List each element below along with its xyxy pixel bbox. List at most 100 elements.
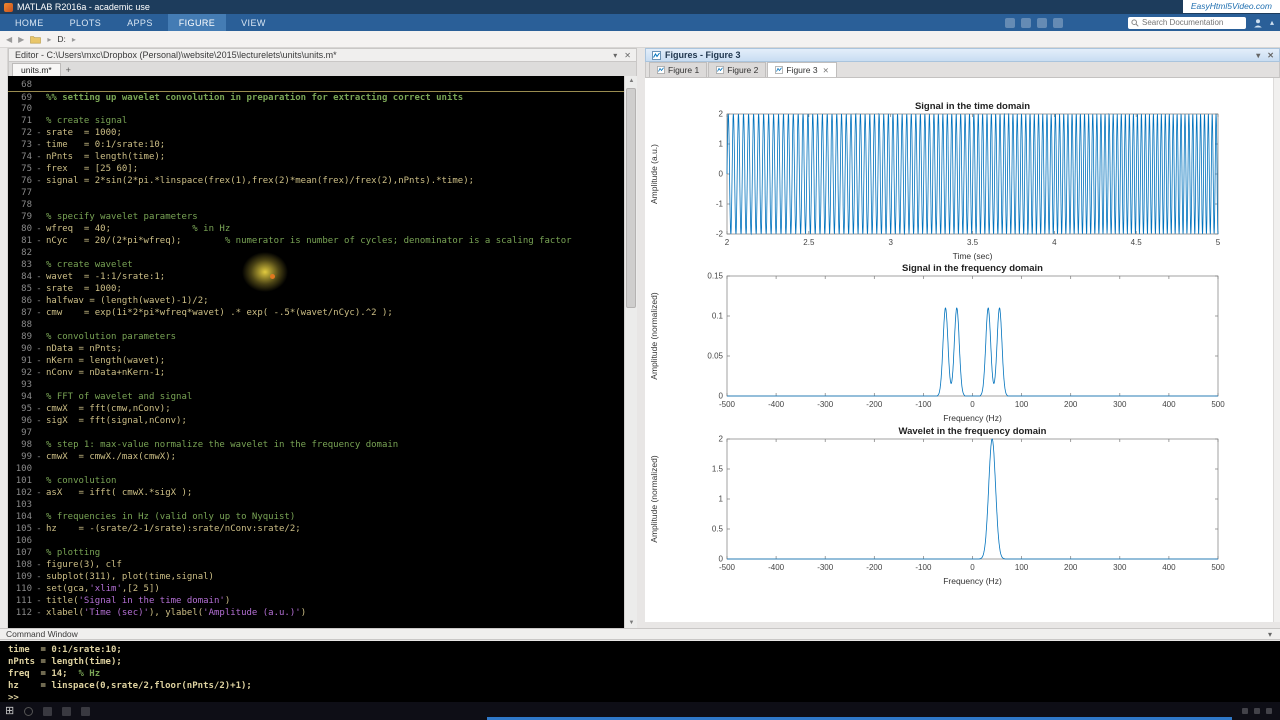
svg-text:2: 2 — [719, 435, 724, 444]
svg-text:Wavelet in the frequency domai: Wavelet in the frequency domain — [899, 426, 1047, 437]
editor-tab-label: units.m* — [21, 65, 52, 75]
figures-scrollbar[interactable] — [1273, 78, 1280, 622]
taskbar-app-icon[interactable] — [81, 706, 91, 716]
documentation-search[interactable] — [1127, 16, 1246, 29]
svg-text:-400: -400 — [768, 563, 785, 572]
code-line: 76- signal = 2*sin(2*pi.*linspace(frex(1)… — [21, 176, 475, 186]
figures-menu-icon[interactable]: ▾ — [1256, 51, 1260, 60]
svg-text:-100: -100 — [915, 400, 932, 409]
tab-apps[interactable]: APPS — [116, 14, 164, 31]
browse-folder-icon[interactable] — [30, 35, 42, 44]
forward-icon[interactable]: ▶ — [18, 35, 24, 44]
cut-icon[interactable] — [1020, 17, 1031, 28]
search-input[interactable] — [1141, 18, 1242, 27]
matlab-logo-icon — [4, 2, 13, 12]
figure-tab-icon — [775, 66, 784, 74]
system-tray — [1242, 708, 1272, 714]
figures-close-icon[interactable]: ✕ — [1267, 51, 1274, 60]
svg-text:1: 1 — [719, 140, 724, 149]
code-line: 108- figure(3), clf — [15, 560, 122, 570]
svg-text:Frequency (Hz): Frequency (Hz) — [943, 413, 1002, 423]
start-button[interactable]: ⊞ — [5, 705, 14, 717]
code-line: 68 — [21, 80, 32, 90]
svg-text:2: 2 — [725, 238, 730, 247]
svg-text:0: 0 — [719, 555, 724, 564]
svg-text:-300: -300 — [817, 400, 834, 409]
figure-tab-bar: Figure 1 Figure 2 Figure 3 ✕ — [645, 62, 1280, 78]
svg-text:0: 0 — [719, 170, 724, 179]
breadcrumb-location[interactable]: D: — [57, 34, 66, 44]
scrollbar-thumb[interactable] — [626, 88, 636, 308]
figure-tab-label: Figure 3 — [786, 65, 818, 75]
code-line: 88 — [21, 320, 32, 330]
code-line: 75- frex = [25 60]; — [21, 164, 139, 174]
scroll-down-icon[interactable]: ▼ — [625, 620, 637, 626]
code-line: 77 — [21, 188, 32, 198]
save-icon[interactable] — [1004, 17, 1015, 28]
svg-text:Amplitude (normalized): Amplitude (normalized) — [649, 292, 659, 380]
scroll-up-icon[interactable]: ▲ — [625, 78, 637, 84]
code-line: 110- set(gca,'xlim',[2 5]) — [15, 584, 160, 594]
paste-icon[interactable] — [1052, 17, 1063, 28]
taskbar-app-icon[interactable] — [43, 706, 53, 716]
tray-icon[interactable] — [1242, 708, 1248, 714]
svg-text:0: 0 — [970, 563, 975, 572]
taskbar-search-icon[interactable] — [24, 706, 34, 716]
new-document-tab-button[interactable]: + — [61, 63, 76, 76]
code-line: 90- nData = nPnts; — [21, 344, 122, 354]
command-window-menu-icon[interactable]: ▾ — [1268, 630, 1272, 639]
code-editor[interactable]: 68 69%% setting up wavelet convolution in… — [8, 76, 637, 628]
editor-menu-icon[interactable]: ▾ — [613, 51, 617, 60]
svg-text:-300: -300 — [817, 563, 834, 572]
tab-figure[interactable]: FIGURE — [167, 14, 227, 31]
taskbar: ⊞ — [0, 702, 1280, 720]
svg-text:300: 300 — [1113, 563, 1127, 572]
svg-text:0.05: 0.05 — [707, 352, 723, 361]
code-line: 74- nPnts = length(time); — [21, 152, 166, 162]
svg-text:100: 100 — [1015, 400, 1029, 409]
svg-text:5: 5 — [1216, 238, 1221, 247]
svg-text:-200: -200 — [866, 400, 883, 409]
editor-vertical-scrollbar[interactable]: ▲ ▼ — [624, 76, 637, 628]
svg-text:3: 3 — [888, 238, 893, 247]
quick-access-toolbar — [1004, 17, 1063, 28]
user-profile-icon[interactable] — [1253, 18, 1263, 28]
code-line: 97 — [21, 428, 32, 438]
tab-figure-2[interactable]: Figure 2 — [708, 62, 767, 77]
code-line: 104% frequencies in Hz (valid only up to… — [15, 512, 296, 522]
tab-figure-1[interactable]: Figure 1 — [649, 62, 708, 77]
taskbar-app-icon[interactable] — [62, 706, 72, 716]
collapse-ribbon-icon[interactable]: ▴ — [1270, 18, 1274, 27]
editor-close-icon[interactable]: ✕ — [624, 51, 631, 60]
command-window[interactable]: time = 0:1/srate:10; nPnts = length(time)… — [0, 641, 1280, 704]
figures-panel: Figures - Figure 3 ▾ ✕ Figure 1 Figure 2… — [645, 48, 1280, 622]
svg-text:1.5: 1.5 — [712, 465, 724, 474]
back-icon[interactable]: ◀ — [6, 35, 12, 44]
copy-icon[interactable] — [1036, 17, 1047, 28]
code-line: 109- subplot(311), plot(time,signal) — [15, 572, 214, 582]
svg-text:0.15: 0.15 — [707, 272, 723, 281]
editor-tab-units[interactable]: units.m* — [12, 63, 61, 76]
svg-text:400: 400 — [1162, 563, 1176, 572]
tab-figure-3[interactable]: Figure 3 ✕ — [767, 62, 837, 77]
command-output: time = 0:1/srate:10; nPnts = length(time)… — [8, 644, 1280, 704]
code-line: 98% step 1: max-value normalize the wave… — [21, 440, 399, 450]
command-line: time = 0:1/srate:10; — [8, 645, 122, 655]
tab-plots[interactable]: PLOTS — [59, 14, 113, 31]
tray-icon[interactable] — [1254, 708, 1260, 714]
svg-text:2.5: 2.5 — [803, 238, 815, 247]
code-line: 80- wfreq = 40; % in Hz — [21, 224, 231, 234]
tab-view[interactable]: VIEW — [230, 14, 277, 31]
figure-tab-label: Figure 1 — [668, 65, 700, 75]
code-line: 86- halfwav = (length(wavet)-1)/2; — [21, 296, 209, 306]
code-line: 71% create signal — [21, 116, 128, 126]
code-line: 102- asX = ifft( cmwX.*sigX ); — [15, 488, 193, 498]
tray-icon[interactable] — [1266, 708, 1272, 714]
tab-home[interactable]: HOME — [4, 14, 55, 31]
editor-header: Editor - C:\Users\mxc\Dropbox (Personal)… — [8, 48, 637, 62]
svg-text:Signal in the time domain: Signal in the time domain — [915, 101, 1030, 112]
close-figure-tab-icon[interactable]: ✕ — [823, 66, 829, 75]
code-line: 93 — [21, 380, 32, 390]
chart-signal-time-domain: Signal in the time domain 2 2.5 3 3.5 4 4.5 5 -2… — [649, 101, 1221, 261]
svg-text:0.1: 0.1 — [712, 312, 724, 321]
